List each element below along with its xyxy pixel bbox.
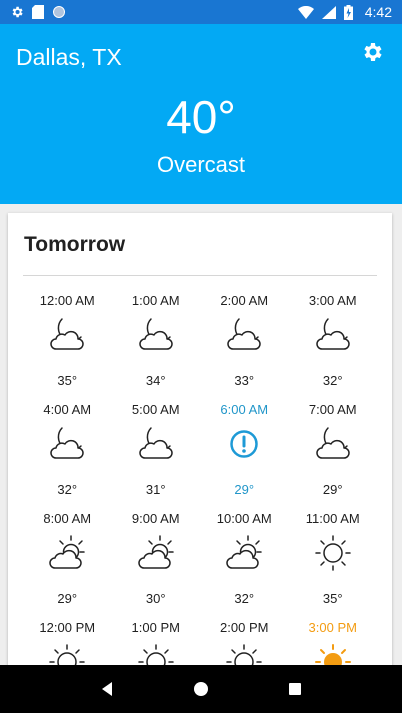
hourly-forecast-item: 2:00 PM: [200, 612, 289, 673]
hour-time: 9:00 AM: [131, 511, 180, 526]
hourly-forecast-grid: 12:00 AM 35° 1:00 AM 34° 2:00 AM 33° 3:00 AM 32…: [23, 285, 377, 673]
hour-temperature: 35°: [57, 373, 78, 388]
hour-time: 12:00 PM: [39, 620, 96, 635]
hour-time: 4:00 AM: [43, 402, 92, 417]
hour-temperature: 29°: [234, 482, 255, 497]
moon-cloud-icon: [136, 424, 176, 464]
recents-button[interactable]: [283, 677, 307, 701]
moon-cloud-icon: [47, 424, 87, 464]
status-icons-right: 4:42: [297, 4, 392, 20]
sun-cloud-icon: [47, 533, 87, 573]
hour-time: 12:00 AM: [39, 293, 95, 308]
recents-square-icon: [289, 683, 301, 695]
forecast-title: Tomorrow: [24, 233, 126, 256]
divider: [23, 275, 377, 276]
sun-cloud-icon: [136, 533, 176, 573]
hour-temperature: 30°: [145, 591, 166, 606]
hourly-forecast-item: 12:00 PM: [23, 612, 112, 673]
hourly-forecast-item: 12:00 AM 35°: [23, 285, 112, 394]
moon-cloud-icon: [313, 424, 353, 464]
hourly-forecast-item: 3:00 AM 32°: [289, 285, 378, 394]
hour-time: 2:00 AM: [220, 293, 269, 308]
hourly-forecast-item: 6:00 AM 29°: [200, 394, 289, 503]
sd-card-icon: [32, 5, 44, 19]
hour-time: 1:00 PM: [131, 620, 180, 635]
battery-icon: [343, 4, 353, 20]
home-circle-icon: [194, 682, 208, 696]
hour-time: 6:00 AM: [220, 402, 269, 417]
moon-cloud-icon: [224, 315, 264, 355]
sun-icon: [313, 533, 353, 573]
hourly-forecast-item: 9:00 AM 30°: [112, 503, 201, 612]
back-button[interactable]: [95, 677, 119, 701]
current-condition: Overcast: [156, 152, 246, 177]
hour-time: 3:00 AM: [308, 293, 357, 308]
hourly-forecast-item: 2:00 AM 33°: [200, 285, 289, 394]
hour-time: 8:00 AM: [43, 511, 92, 526]
clock-time: 4:42: [364, 4, 392, 20]
hourly-forecast-item: 1:00 PM: [112, 612, 201, 673]
hour-time: 3:00 PM: [308, 620, 357, 635]
current-temperature: 40°: [166, 91, 236, 143]
gear-icon: [364, 43, 382, 61]
hourly-forecast-item: 1:00 AM 34°: [112, 285, 201, 394]
hour-temperature: 29°: [322, 482, 343, 497]
hourly-forecast-item: 7:00 AM 29°: [289, 394, 378, 503]
hour-temperature: 33°: [234, 373, 255, 388]
navigation-bar: [0, 665, 402, 713]
forecast-card: Tomorrow 12:00 AM 35° 1:00 AM 34° 2:00 AM 33°…: [8, 213, 392, 673]
back-triangle-icon: [102, 682, 112, 696]
home-button[interactable]: [189, 677, 213, 701]
hour-temperature: 32°: [322, 373, 343, 388]
hour-time: 5:00 AM: [131, 402, 180, 417]
moon-cloud-icon: [47, 315, 87, 355]
hour-time: 1:00 AM: [131, 293, 180, 308]
settings-button[interactable]: [360, 40, 384, 64]
city-name: Dallas, TX: [16, 44, 122, 70]
hour-time: 7:00 AM: [308, 402, 357, 417]
hourly-forecast-item: 5:00 AM 31°: [112, 394, 201, 503]
hour-temperature: 32°: [234, 591, 255, 606]
moon-cloud-icon: [313, 315, 353, 355]
hourly-forecast-item: 3:00 PM: [289, 612, 378, 673]
hourly-forecast-item: 8:00 AM 29°: [23, 503, 112, 612]
hourly-forecast-item: 11:00 AM 35°: [289, 503, 378, 612]
alert-circle-icon: [224, 424, 264, 464]
hour-temperature: 31°: [145, 482, 166, 497]
status-icons-left: [10, 5, 66, 19]
circle-notification-icon: [53, 6, 65, 18]
hour-time: 10:00 AM: [216, 511, 272, 526]
hour-temperature: 29°: [57, 591, 78, 606]
hour-time: 11:00 AM: [305, 511, 360, 526]
sun-cloud-icon: [224, 533, 264, 573]
settings-notification-icon: [12, 6, 23, 18]
hour-time: 2:00 PM: [220, 620, 269, 635]
signal-icon: [321, 5, 336, 19]
hour-temperature: 32°: [57, 482, 78, 497]
hour-temperature: 35°: [322, 591, 343, 606]
wifi-icon: [297, 5, 314, 19]
hour-temperature: 34°: [145, 373, 166, 388]
current-weather-header: Dallas, TX 40° Overcast: [0, 24, 402, 204]
hourly-forecast-item: 4:00 AM 32°: [23, 394, 112, 503]
moon-cloud-icon: [136, 315, 176, 355]
hourly-forecast-item: 10:00 AM 32°: [200, 503, 289, 612]
status-bar: 4:42: [0, 0, 402, 24]
